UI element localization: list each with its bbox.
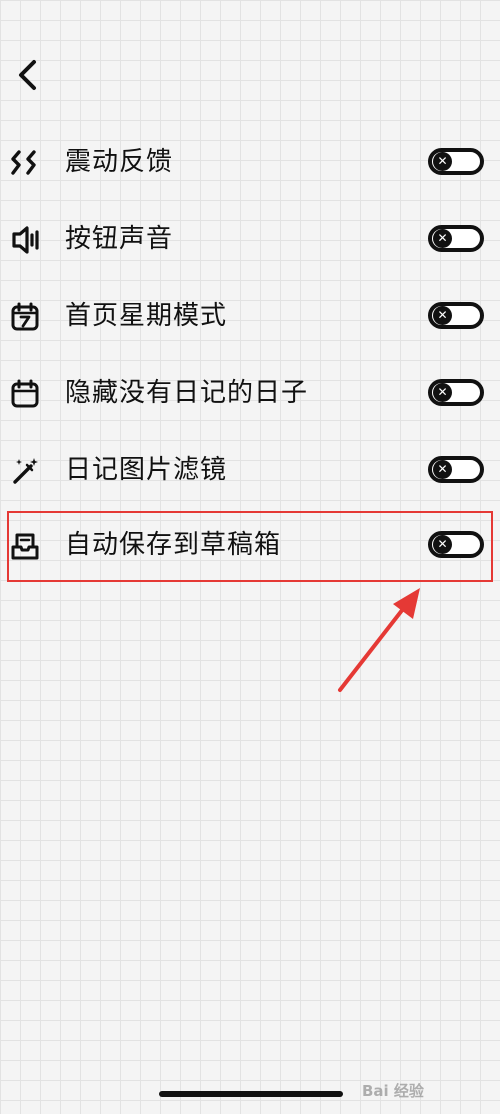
- back-button[interactable]: [10, 56, 44, 94]
- toggle-off-x-icon: ✕: [433, 152, 452, 171]
- setting-row-vibration-feedback: 震动反馈 ✕: [0, 133, 500, 193]
- setting-label: 震动反馈: [65, 147, 174, 177]
- speaker-icon: [10, 225, 40, 255]
- chevron-left-icon: [19, 60, 36, 90]
- setting-row-home-week-mode: 首页星期模式 ✕: [0, 287, 500, 347]
- toggle-off-x-icon: ✕: [433, 460, 452, 479]
- setting-row-diary-image-filter: 日记图片滤镜 ✕: [0, 441, 500, 501]
- calendar-blank-icon: [10, 379, 40, 409]
- drafts-tray-icon: [10, 531, 40, 561]
- setting-label: 首页星期模式: [65, 301, 228, 331]
- toggle-off-x-icon: ✕: [433, 383, 452, 402]
- setting-label: 隐藏没有日记的日子: [65, 378, 309, 408]
- vibration-feedback-toggle[interactable]: ✕: [428, 148, 484, 175]
- calendar-number-icon: [10, 302, 40, 332]
- home-week-mode-toggle[interactable]: ✕: [428, 302, 484, 329]
- setting-row-auto-save-drafts: 自动保存到草稿箱 ✕: [0, 516, 500, 576]
- toggle-off-x-icon: ✕: [433, 229, 452, 248]
- setting-label: 按钮声音: [65, 224, 174, 254]
- diary-image-filter-toggle[interactable]: ✕: [428, 456, 484, 483]
- hide-empty-days-toggle[interactable]: ✕: [428, 379, 484, 406]
- setting-row-hide-empty-days: 隐藏没有日记的日子 ✕: [0, 364, 500, 424]
- toggle-off-x-icon: ✕: [433, 535, 452, 554]
- auto-save-drafts-toggle[interactable]: ✕: [428, 531, 484, 558]
- watermark: Bai 经验: [362, 1082, 424, 1100]
- button-sound-toggle[interactable]: ✕: [428, 225, 484, 252]
- home-indicator[interactable]: [159, 1091, 343, 1097]
- toggle-off-x-icon: ✕: [433, 306, 452, 325]
- setting-row-button-sound: 按钮声音 ✕: [0, 210, 500, 270]
- vibration-icon: [10, 148, 40, 178]
- setting-label: 日记图片滤镜: [65, 455, 228, 485]
- magic-wand-icon: [10, 456, 40, 486]
- setting-label: 自动保存到草稿箱: [65, 530, 282, 560]
